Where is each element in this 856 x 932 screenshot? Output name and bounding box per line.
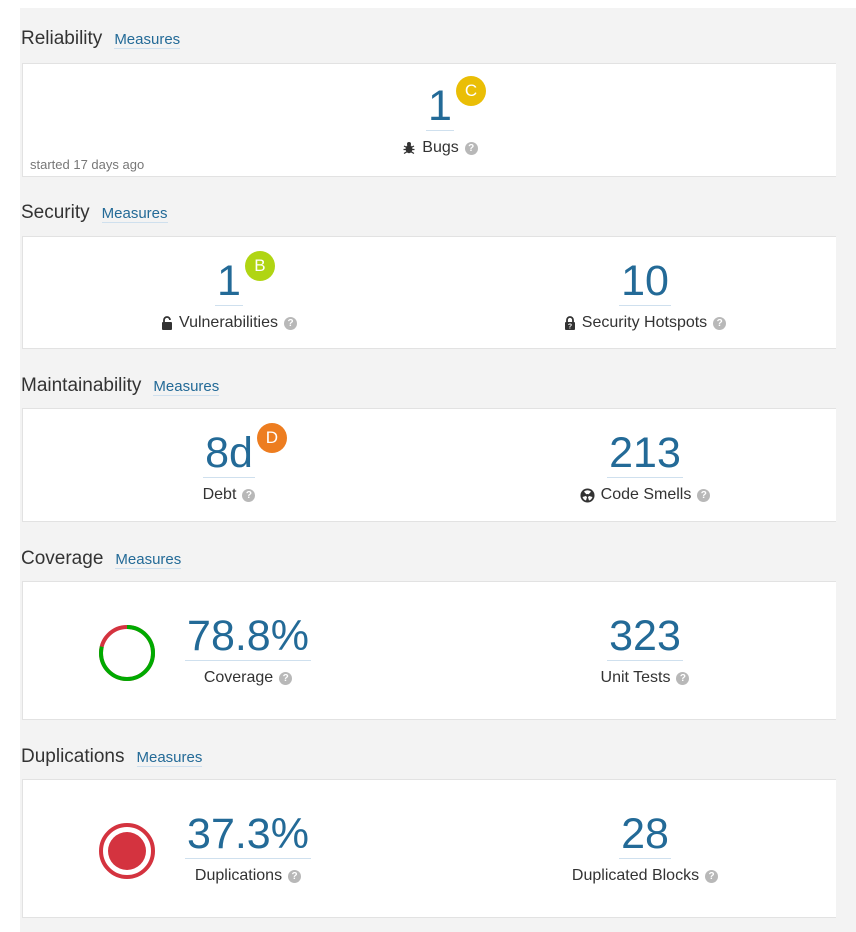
duplications-help-icon[interactable]: ? bbox=[288, 869, 302, 883]
hotspots-label: Security Hotspots bbox=[581, 314, 708, 331]
security-header: Security Measures bbox=[21, 202, 168, 224]
duplicated-blocks-metric: 28 Duplicated Blocks ? bbox=[545, 810, 745, 885]
duplicated-blocks-help-icon[interactable]: ? bbox=[705, 869, 719, 883]
hotspots-help-icon[interactable]: ? bbox=[713, 316, 727, 330]
vulnerabilities-rating-badge[interactable]: B bbox=[244, 251, 275, 281]
unit-tests-label: Unit Tests bbox=[600, 669, 671, 686]
hotspots-metric: 10 ? Security Hotspots ? bbox=[545, 257, 745, 332]
duplications-metric: 37.3% Duplications ? bbox=[168, 810, 328, 885]
duplications-header: Duplications Measures bbox=[21, 746, 203, 768]
bugs-label-row: Bugs ? bbox=[380, 139, 500, 157]
code-smells-value[interactable]: 213 bbox=[607, 429, 683, 478]
coverage-measures-link[interactable]: Measures bbox=[115, 551, 182, 569]
debt-value[interactable]: 8d bbox=[203, 429, 255, 478]
coverage-donut-icon bbox=[96, 622, 158, 684]
hotspots-label-row: ? Security Hotspots ? bbox=[545, 314, 745, 332]
maintainability-title: Maintainability bbox=[21, 375, 142, 396]
vulnerabilities-label-row: Vulnerabilities ? bbox=[129, 314, 329, 332]
code-smells-metric: 213 Code Smells ? bbox=[545, 429, 745, 504]
bugs-metric: 1 C Bugs ? bbox=[380, 76, 500, 157]
code-smell-icon bbox=[580, 487, 595, 503]
bug-icon bbox=[402, 141, 416, 155]
unit-tests-help-icon[interactable]: ? bbox=[676, 671, 690, 685]
vulnerabilities-label: Vulnerabilities bbox=[178, 314, 278, 331]
reliability-title: Reliability bbox=[21, 28, 103, 49]
lock-icon bbox=[161, 316, 173, 330]
maintainability-card: 8d D Debt ? 213 Code Smells ? bbox=[22, 408, 836, 522]
security-card: 1 B Vulnerabilities ? 10 ? Security Hots… bbox=[22, 236, 836, 349]
unit-tests-metric: 323 Unit Tests ? bbox=[545, 612, 745, 687]
code-smells-label: Code Smells bbox=[600, 486, 692, 503]
bugs-rating-badge[interactable]: C bbox=[455, 76, 486, 106]
duplicated-blocks-label-row: Duplicated Blocks ? bbox=[545, 867, 745, 885]
duplications-value[interactable]: 37.3% bbox=[185, 810, 311, 859]
bugs-label: Bugs bbox=[422, 139, 459, 156]
maintainability-header: Maintainability Measures bbox=[21, 375, 220, 397]
unit-tests-label-row: Unit Tests ? bbox=[545, 669, 745, 687]
coverage-title: Coverage bbox=[21, 548, 104, 569]
debt-label: Debt bbox=[202, 486, 237, 503]
debt-rating-badge[interactable]: D bbox=[256, 423, 287, 453]
debt-help-icon[interactable]: ? bbox=[242, 488, 256, 502]
vulnerabilities-help-icon[interactable]: ? bbox=[284, 316, 297, 330]
maintainability-measures-link[interactable]: Measures bbox=[153, 378, 220, 396]
coverage-help-icon[interactable]: ? bbox=[279, 671, 293, 685]
duplications-title: Duplications bbox=[21, 746, 125, 767]
coverage-label: Coverage bbox=[203, 669, 274, 686]
coverage-label-row: Coverage ? bbox=[168, 669, 328, 687]
debt-metric: 8d D Debt ? bbox=[129, 423, 329, 504]
svg-text:?: ? bbox=[568, 324, 572, 330]
hotspots-value[interactable]: 10 bbox=[619, 257, 671, 306]
duplicated-blocks-value[interactable]: 28 bbox=[619, 810, 671, 859]
unit-tests-value[interactable]: 323 bbox=[607, 612, 683, 661]
bugs-value[interactable]: 1 bbox=[426, 82, 454, 131]
coverage-metric: 78.8% Coverage ? bbox=[168, 612, 328, 687]
debt-label-row: Debt ? bbox=[129, 486, 329, 504]
vulnerabilities-metric: 1 B Vulnerabilities ? bbox=[129, 251, 329, 332]
code-smells-help-icon[interactable]: ? bbox=[697, 488, 711, 502]
reliability-header: Reliability Measures bbox=[21, 28, 181, 50]
security-title: Security bbox=[21, 202, 90, 223]
duplications-indicator-icon bbox=[96, 820, 158, 882]
bugs-help-icon[interactable]: ? bbox=[464, 141, 478, 155]
duplications-measures-link[interactable]: Measures bbox=[136, 749, 203, 767]
duplications-label: Duplications bbox=[194, 867, 283, 884]
coverage-card: 78.8% Coverage ? 323 Unit Tests ? bbox=[22, 581, 836, 720]
reliability-note: started 17 days ago bbox=[30, 157, 145, 172]
coverage-header: Coverage Measures bbox=[21, 548, 182, 570]
duplications-label-row: Duplications ? bbox=[168, 867, 328, 885]
reliability-card: 1 C Bugs ? started 17 days ago bbox=[22, 63, 836, 177]
duplicated-blocks-label: Duplicated Blocks bbox=[571, 867, 700, 884]
duplications-card: 37.3% Duplications ? 28 Duplicated Block… bbox=[22, 779, 836, 918]
vulnerabilities-value[interactable]: 1 bbox=[215, 257, 243, 306]
reliability-measures-link[interactable]: Measures bbox=[114, 31, 181, 49]
coverage-value[interactable]: 78.8% bbox=[185, 612, 311, 661]
security-measures-link[interactable]: Measures bbox=[101, 205, 168, 223]
code-smells-label-row: Code Smells ? bbox=[545, 486, 745, 504]
hotspot-lock-icon: ? bbox=[564, 316, 576, 330]
